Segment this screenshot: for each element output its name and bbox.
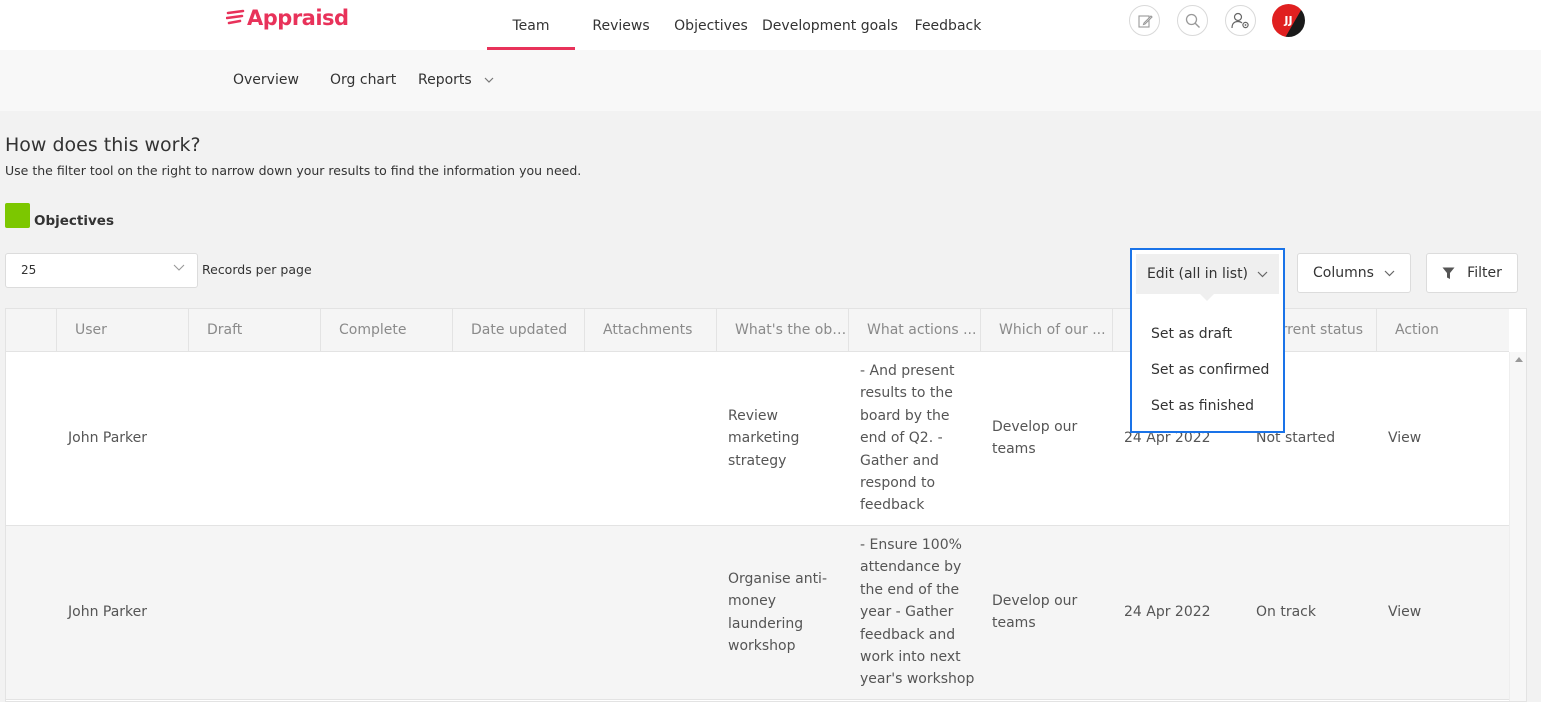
cell-user: John Parker [68, 430, 148, 446]
filter-icon [1442, 267, 1455, 279]
dropdown-caret [1200, 294, 1214, 301]
view-link[interactable]: View [1388, 601, 1421, 623]
user-avatar[interactable]: JJ [1272, 4, 1305, 37]
columns-button[interactable]: Columns [1297, 253, 1411, 293]
edit-button[interactable] [1129, 5, 1160, 36]
nav-reviews[interactable]: Reviews [588, 0, 654, 50]
cell-status: On track [1256, 604, 1316, 620]
appraisd-logo[interactable]: Appraisd [226, 6, 349, 30]
header-attachments[interactable]: Attachments [585, 309, 717, 352]
cell-which: Develop our teams [992, 593, 1078, 632]
table-row[interactable]: John Parker Organise anti-money launderi… [6, 526, 1509, 700]
search-icon [1185, 13, 1200, 28]
nav-development-goals[interactable]: Development goals [761, 0, 899, 50]
filter-button-label: Filter [1467, 265, 1502, 281]
records-per-page-value: 25 [21, 263, 37, 277]
subnav-reports-label: Reports [418, 72, 472, 88]
subnav-reports[interactable]: Reports [418, 72, 494, 88]
edit-all-dropdown: Edit (all in list) Set as draft Set as c… [1130, 248, 1285, 433]
header-which[interactable]: Which of our ... [981, 309, 1113, 352]
logo-text: Appraisd [247, 6, 349, 30]
chevron-down-icon [1257, 271, 1268, 277]
nav-feedback[interactable]: Feedback [912, 0, 984, 50]
chevron-down-icon [484, 77, 494, 83]
columns-button-label: Columns [1313, 265, 1374, 281]
page-title: How does this work? [5, 134, 201, 156]
edit-all-in-list-label: Edit (all in list) [1146, 266, 1249, 282]
table-scrollbar[interactable] [1509, 352, 1526, 701]
user-settings-button[interactable] [1225, 5, 1256, 36]
cell-which: Develop our teams [992, 419, 1078, 458]
objectives-legend-swatch [5, 203, 30, 228]
menu-set-as-confirmed[interactable]: Set as confirmed [1151, 362, 1269, 378]
menu-set-as-finished[interactable]: Set as finished [1151, 398, 1254, 414]
cell-objective: Organise anti-money laundering workshop [728, 571, 827, 655]
nav-objectives[interactable]: Objectives [672, 0, 750, 50]
chevron-down-icon [173, 264, 185, 271]
user-settings-icon [1230, 12, 1249, 28]
logo-mark-icon [226, 9, 245, 25]
cell-user: John Parker [68, 604, 148, 620]
subnav-org-chart[interactable]: Org chart [330, 72, 396, 88]
header-actions[interactable]: What actions ... [849, 309, 981, 352]
header-objective[interactable]: What's the obj... [717, 309, 849, 352]
cell-date: 24 Apr 2022 [1124, 604, 1211, 620]
edit-all-in-list-button[interactable]: Edit (all in list) [1136, 254, 1279, 294]
cell-actions: - Ensure 100% attendance by the end of t… [860, 537, 975, 688]
page-description: Use the filter tool on the right to narr… [5, 163, 582, 178]
filter-button[interactable]: Filter [1426, 253, 1518, 293]
header-date-updated[interactable]: Date updated [453, 309, 585, 352]
subnav-overview[interactable]: Overview [233, 72, 299, 88]
nav-team[interactable]: Team [487, 0, 575, 50]
edit-icon [1137, 14, 1153, 28]
scroll-up-arrow-icon[interactable] [1515, 357, 1523, 362]
header-user[interactable]: User [57, 309, 189, 352]
records-per-page-select[interactable]: 25 [5, 253, 198, 288]
header-draft[interactable]: Draft [189, 309, 321, 352]
chevron-down-icon [1384, 270, 1395, 276]
header-action[interactable]: Action [1377, 309, 1509, 352]
view-link[interactable]: View [1388, 427, 1421, 449]
sub-navigation-bar: Overview Org chart Reports [0, 50, 1541, 111]
top-navigation-bar: Appraisd Team Reviews Objectives Develop… [0, 0, 1541, 50]
cell-objective: Review marketing strategy [728, 408, 800, 469]
cell-actions: - And present results to the board by th… [860, 363, 955, 514]
header-complete[interactable]: Complete [321, 309, 453, 352]
objectives-table: User Draft Complete Date updated Attachm… [5, 308, 1527, 702]
menu-set-as-draft[interactable]: Set as draft [1151, 326, 1232, 342]
header-select[interactable] [6, 309, 57, 352]
objectives-legend-label: Objectives [34, 213, 114, 229]
search-button[interactable] [1177, 5, 1208, 36]
records-per-page-label: Records per page [202, 262, 312, 277]
